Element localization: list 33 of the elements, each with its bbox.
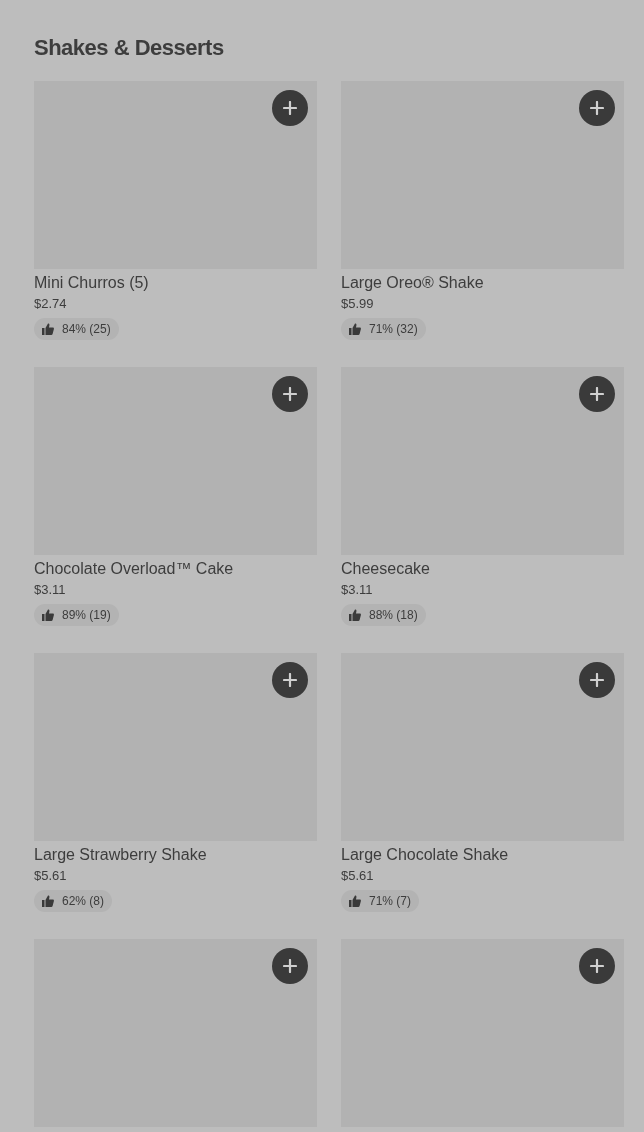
plus-icon <box>590 387 604 401</box>
rating-text: 89% (19) <box>62 607 111 624</box>
thumbs-up-icon <box>349 895 361 907</box>
section-title: Shakes & Desserts <box>34 34 225 62</box>
plus-icon <box>283 101 297 115</box>
rating-text: 62% (8) <box>62 893 105 910</box>
rating-text: 88% (18) <box>369 607 418 624</box>
rating-text: 84% (25) <box>62 321 111 338</box>
item-price: $3.11 <box>341 582 374 598</box>
thumbs-up-icon <box>42 609 54 621</box>
item-name: Large Chocolate Shake <box>341 845 510 865</box>
item-name: Mini Churros (5) <box>34 273 150 293</box>
thumbs-up-icon <box>349 323 361 335</box>
item-price: $5.99 <box>341 296 375 312</box>
plus-icon <box>283 387 297 401</box>
rating-text: 71% (7) <box>369 893 412 910</box>
item-name: Large Oreo® Shake <box>341 273 485 293</box>
item-name: Cheesecake <box>341 559 431 579</box>
plus-icon <box>590 101 604 115</box>
plus-icon <box>590 959 604 973</box>
item-price: $5.61 <box>341 868 375 884</box>
item-name: Chocolate Overload™ Cake <box>34 559 235 579</box>
item-price: $5.61 <box>34 868 68 884</box>
thumbs-up-icon <box>42 895 54 907</box>
plus-icon <box>283 673 297 687</box>
rating-text: 71% (32) <box>369 321 418 338</box>
item-price: $2.74 <box>34 296 68 312</box>
thumbs-up-icon <box>349 609 361 621</box>
item-name: Large Strawberry Shake <box>34 845 208 865</box>
plus-icon <box>590 673 604 687</box>
plus-icon <box>283 959 297 973</box>
thumbs-up-icon <box>42 323 54 335</box>
item-price: $3.11 <box>34 582 67 598</box>
